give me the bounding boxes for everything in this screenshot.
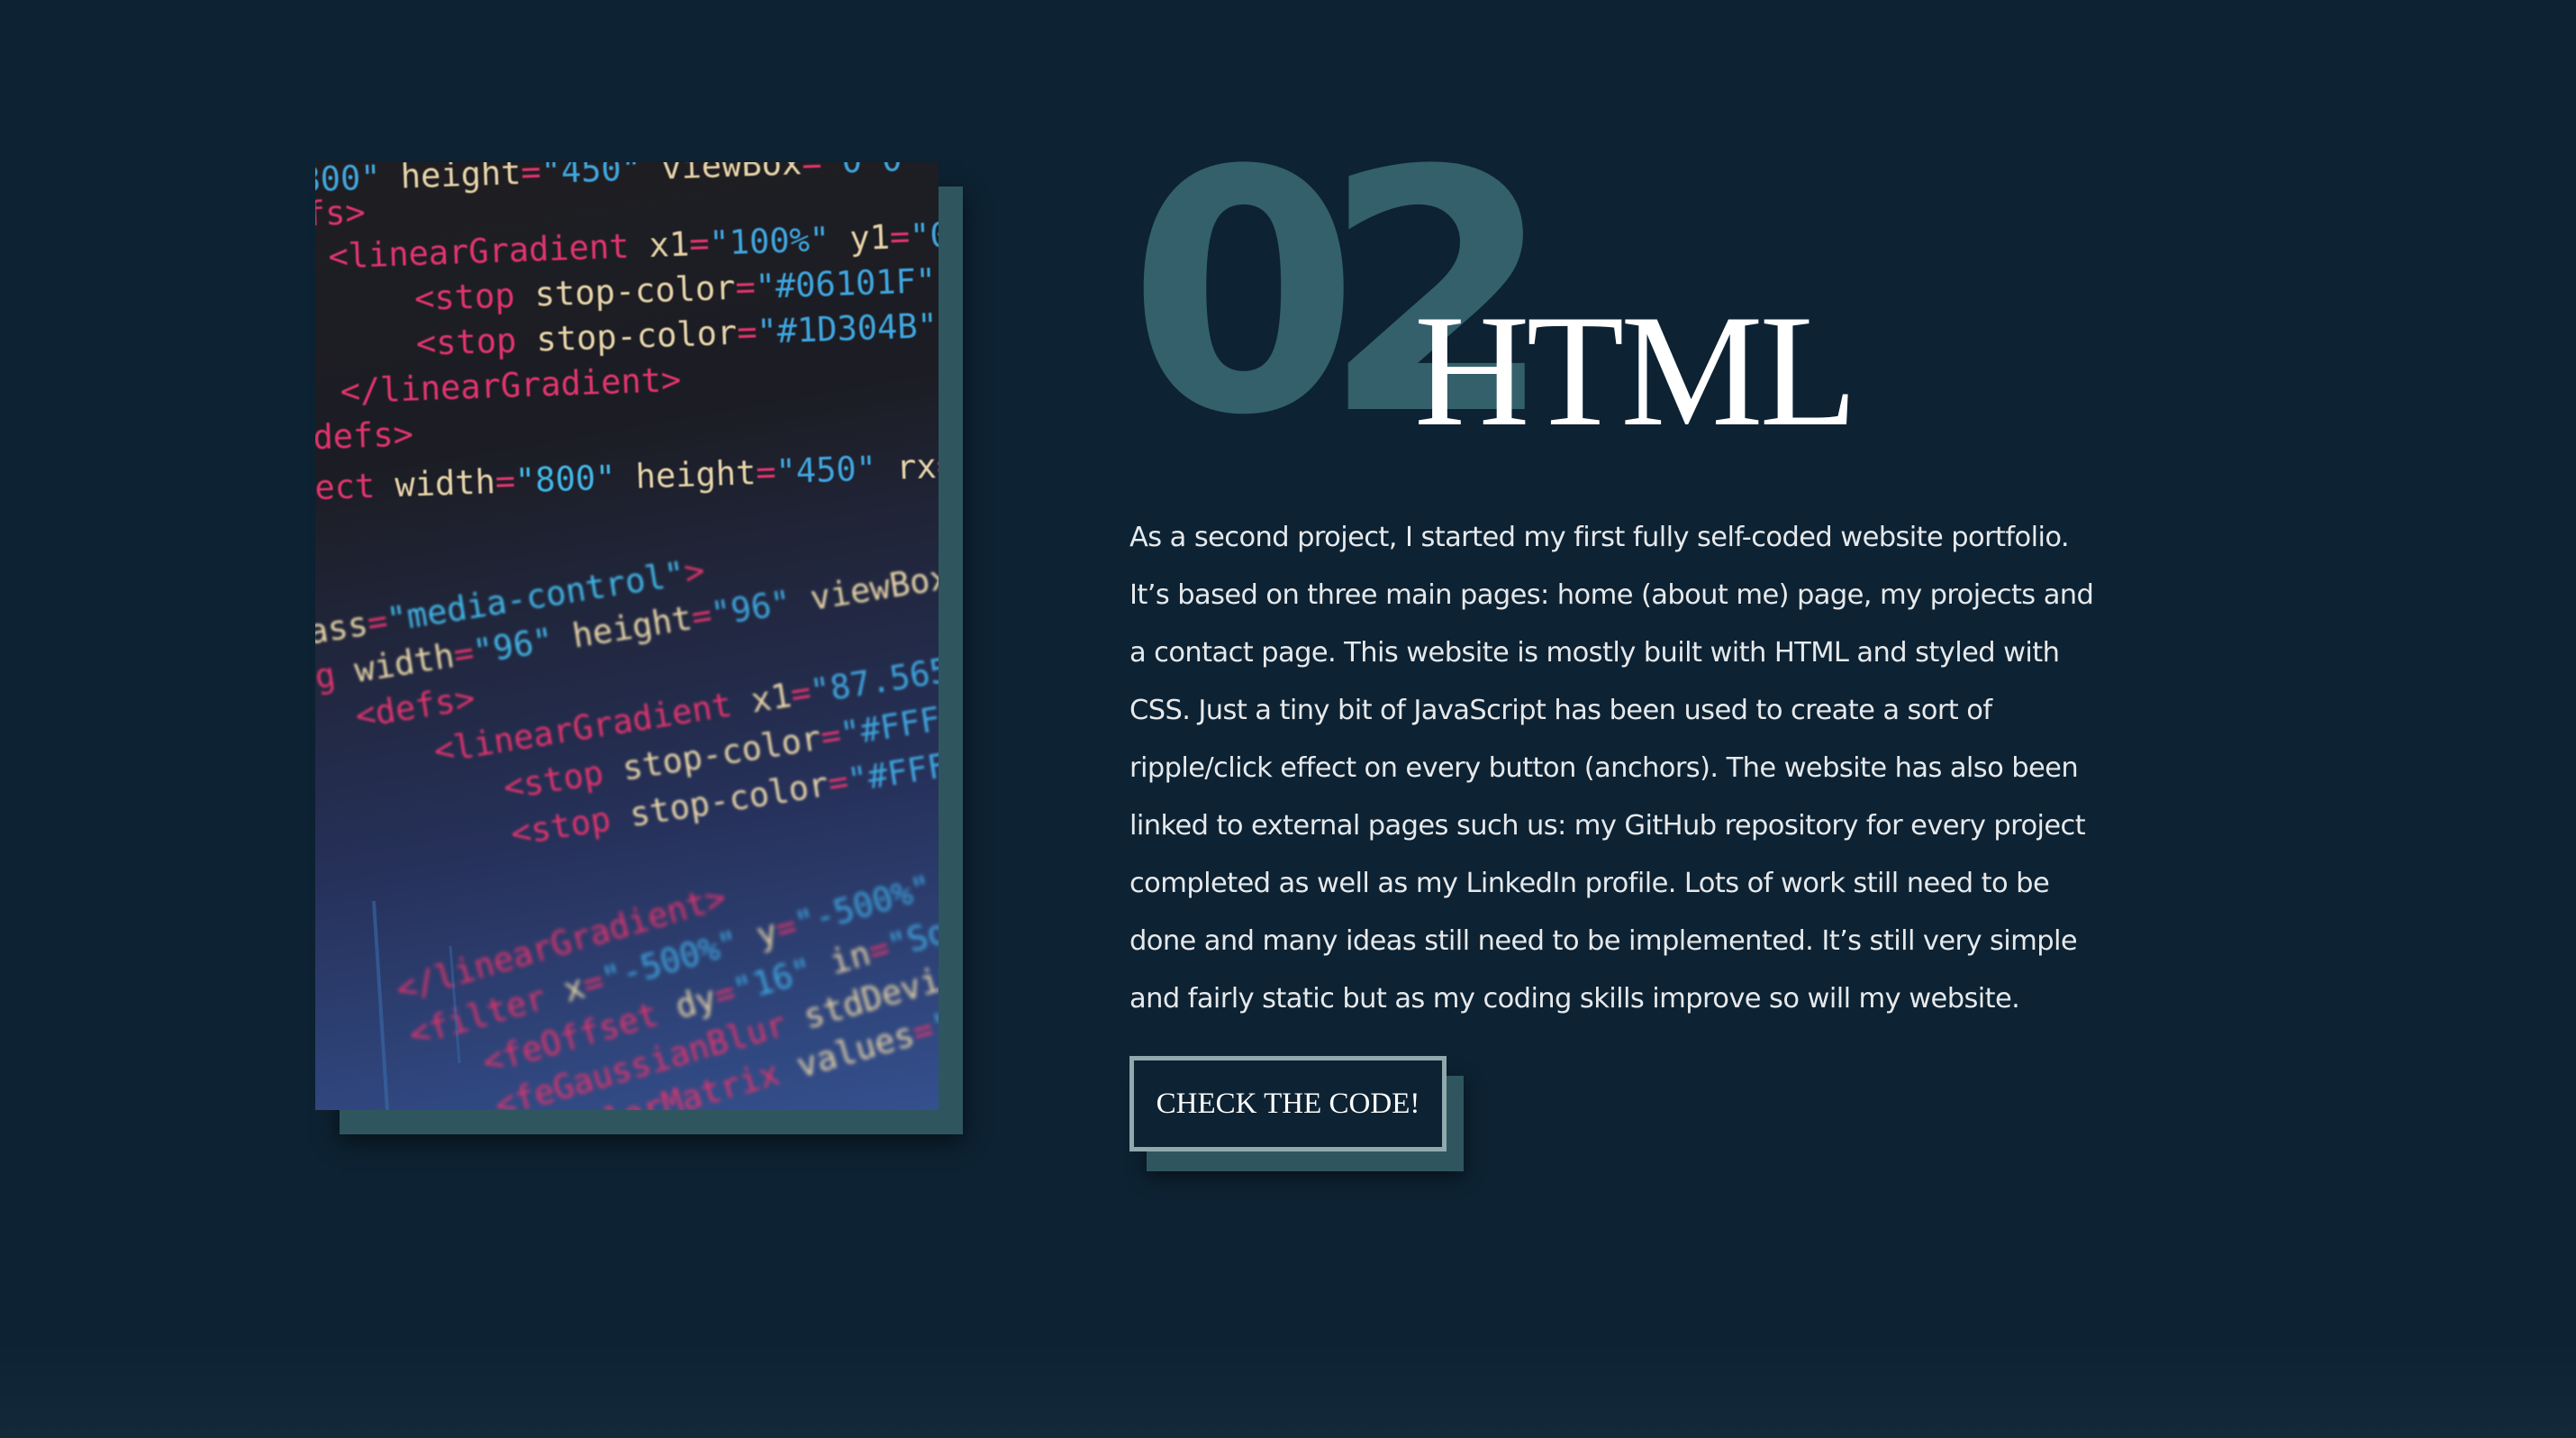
svg-text:fs>: fs> [315, 193, 366, 233]
check-code-button[interactable]: CHECK THE CODE! [1129, 1056, 1447, 1151]
code-screenshot-graphic: 800" height="450" viewBox="0 0 fs> <line… [315, 162, 939, 1110]
project-title: HTML [1414, 281, 1857, 460]
project-image-code-screenshot: 800" height="450" viewBox="0 0 fs> <line… [315, 162, 939, 1110]
svg-text:</linearGradient>: </linearGradient> [340, 360, 682, 411]
svg-text:800" height="450" viewBox="0 0: 800" height="450" viewBox="0 0 [315, 162, 903, 200]
bottom-fade [0, 1339, 2576, 1438]
svg-text:defs>: defs> [315, 414, 414, 457]
project-description: As a second project, I started my first … [1129, 522, 2094, 1015]
